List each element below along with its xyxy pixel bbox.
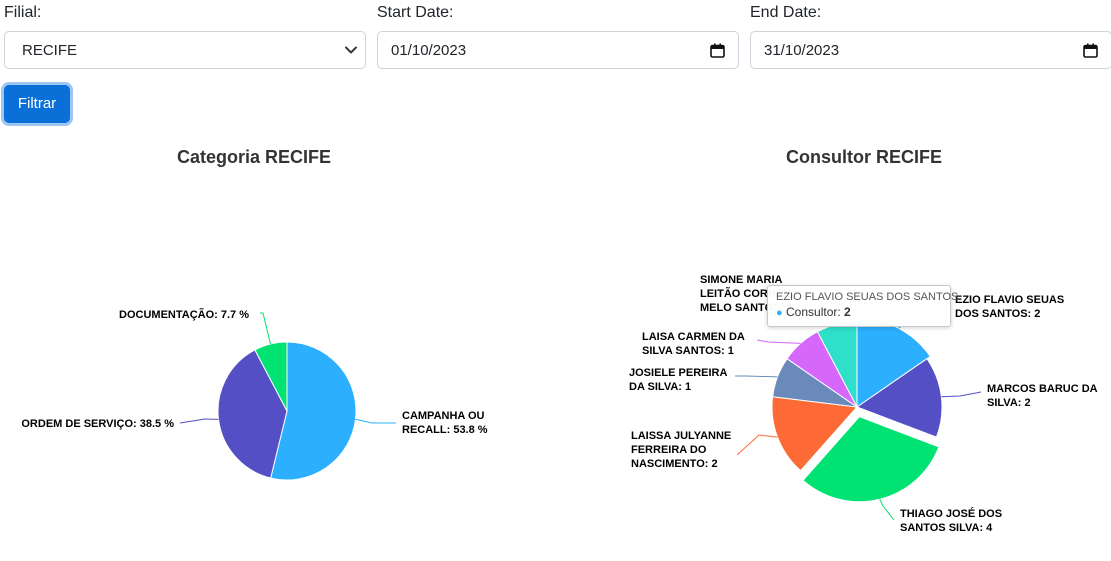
tooltip-series: Consultor bbox=[786, 305, 838, 319]
tooltip-dot-icon: ● bbox=[776, 307, 783, 319]
data-label-campanha-ou-recall: CAMPANHA OU RECALL: 53.8 % bbox=[402, 410, 488, 436]
data-label-thiago-jose-dos-santos-silva: THIAGO JOSÉ DOS SANTOS SILVA: 4 bbox=[900, 507, 1002, 534]
chart-tooltip: EZIO FLAVIO SEUAS DOS SANTOS ● Consultor… bbox=[767, 285, 959, 327]
connector-documentacao bbox=[260, 312, 271, 345]
data-label-documentacao: DOCUMENTAÇÃO: 7.7 % bbox=[119, 308, 249, 321]
tooltip-value: 2 bbox=[844, 305, 851, 319]
chart-title-categoria: Categoria RECIFE bbox=[177, 147, 331, 167]
connector-josiele-pereira-da-silva bbox=[735, 375, 778, 378]
data-label-marcos-baruc-da-silva: MARCOS BARUC DA SILVA: 2 bbox=[987, 383, 1098, 409]
connector-ordem-de-servico bbox=[179, 418, 219, 424]
connector-campanha-ou-recall bbox=[355, 418, 396, 424]
tooltip-row: ● Consultor: 2 bbox=[776, 305, 851, 319]
charts-canvas: Categoria RECIFE Consultor RECIFE CAMPAN… bbox=[21, 147, 1098, 534]
data-label-laisa-carmen-da-silva-santos: LAISA CARMEN DA SILVA SANTOS: 1 bbox=[642, 331, 745, 357]
tooltip-title: EZIO FLAVIO SEUAS DOS SANTOS bbox=[776, 291, 959, 303]
connector-laisa-carmen-da-silva-santos bbox=[756, 339, 801, 344]
data-label-ordem-de-servico: ORDEM DE SERVIÇO: 38.5 % bbox=[21, 418, 174, 430]
connector-thiago-jose-dos-santos-silva bbox=[879, 499, 895, 521]
connector-laissa-julyanne-ferreira-do-nascimento bbox=[736, 434, 778, 456]
chart-title-consultor: Consultor RECIFE bbox=[786, 147, 942, 167]
pie-categoria: CAMPANHA OU RECALL: 53.8 % ORDEM DE SERVIÇ… bbox=[21, 308, 488, 481]
connector-marcos-baruc-da-silva bbox=[941, 391, 982, 398]
data-label-ezio-flavio-seuas-dos-santos: EZIO FLAVIO SEUAS DOS SANTOS: 2 bbox=[955, 294, 1064, 320]
data-label-josiele-pereira-da-silva: JOSIELE PEREIRA DA SILVA: 1 bbox=[629, 367, 727, 393]
data-label-laissa-julyanne-ferreira-do-nascimento: LAISSA JULYANNE FERREIRA DO NASCIMENTO: 2 bbox=[631, 430, 731, 470]
